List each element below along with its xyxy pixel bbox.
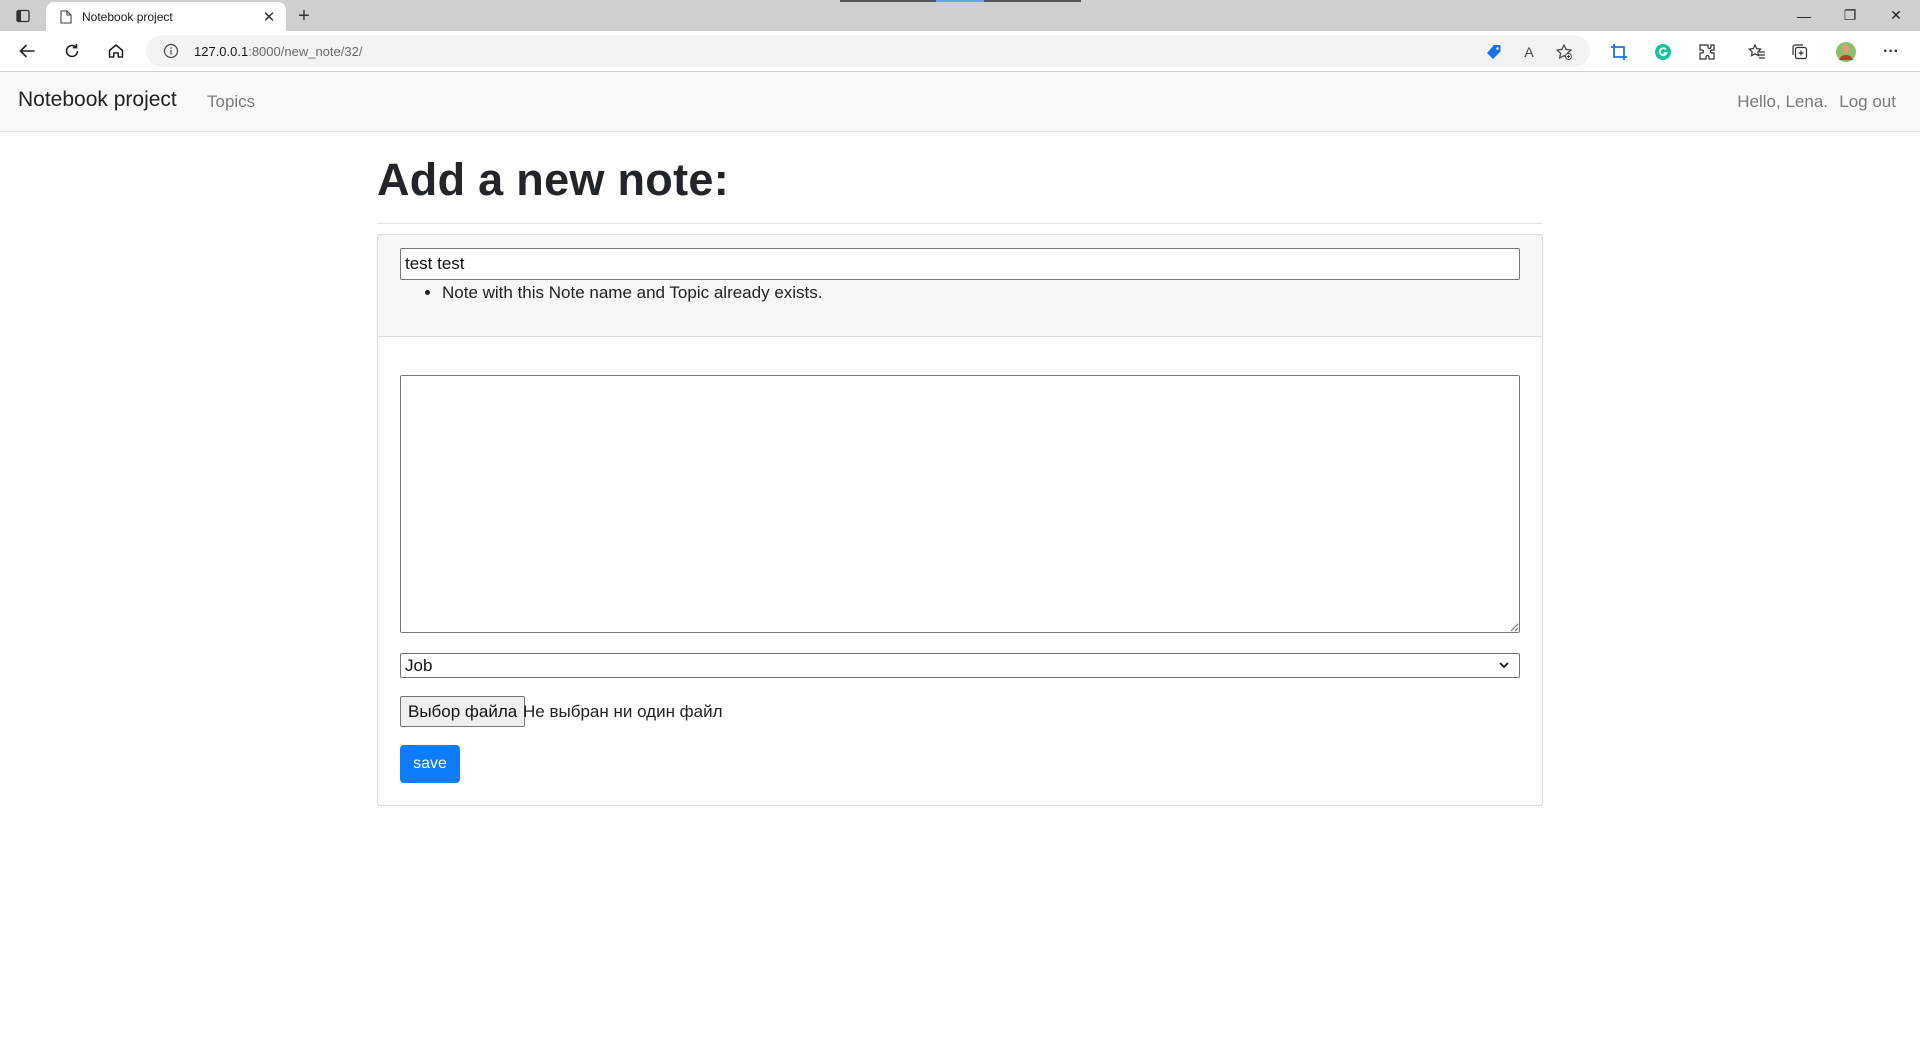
note-text-area[interactable] — [400, 375, 1520, 633]
favorites-icon[interactable] — [1745, 40, 1769, 64]
file-status-text: Не выбран ни один файл — [523, 702, 723, 721]
nav-greeting: Hello, Lena. — [1737, 92, 1828, 111]
new-tab-icon[interactable]: + — [292, 5, 316, 27]
url-text: 127.0.0.1:8000/new_note/32/ — [194, 44, 362, 59]
page-title: Add a new note: — [377, 154, 729, 205]
new-note-form: Note with this Note name and Topic alrea… — [377, 234, 1543, 806]
tabstrip-scroll-indicator — [840, 0, 1081, 2]
sidebar-toggle-icon[interactable] — [12, 6, 34, 26]
title-divider — [377, 223, 1542, 224]
info-icon[interactable] — [162, 42, 180, 60]
browser-tab-bar: Notebook project ✕ + — ❐ ✕ — [0, 0, 1920, 31]
browser-toolbar: 127.0.0.1:8000/new_note/32/ A ··· — [0, 31, 1920, 72]
minimize-icon[interactable]: — — [1782, 0, 1826, 31]
read-aloud-icon[interactable]: A — [1518, 41, 1540, 63]
add-favorite-icon[interactable] — [1553, 41, 1575, 63]
topic-selected-value: Job — [405, 655, 433, 675]
resize-grip-icon[interactable] — [1510, 623, 1519, 632]
error-list: Note with this Note name and Topic alrea… — [400, 281, 823, 305]
close-icon[interactable]: ✕ — [258, 6, 280, 28]
reload-icon[interactable] — [58, 37, 86, 65]
coupon-tag-icon[interactable] — [1483, 41, 1505, 63]
site-navbar: Notebook project Topics Hello, Lena. Log… — [0, 72, 1920, 132]
nav-link-logout[interactable]: Log out — [1839, 92, 1896, 112]
restore-icon[interactable]: ❐ — [1828, 0, 1872, 31]
page-icon — [58, 9, 74, 25]
extensions-icon[interactable] — [1695, 40, 1719, 64]
home-icon[interactable] — [102, 37, 130, 65]
error-message: Note with this Note name and Topic alrea… — [442, 281, 823, 305]
chevron-down-icon — [1499, 662, 1509, 669]
grammarly-icon[interactable] — [1651, 40, 1675, 64]
url-path: :8000/new_note/32/ — [248, 43, 363, 59]
window-close-icon[interactable]: ✕ — [1874, 0, 1918, 31]
topic-select[interactable]: Job — [400, 653, 1520, 678]
browser-tab[interactable]: Notebook project ✕ — [46, 2, 286, 31]
save-button[interactable]: save — [400, 745, 460, 783]
tab-title: Notebook project — [82, 9, 173, 24]
address-bar[interactable]: 127.0.0.1:8000/new_note/32/ A — [146, 35, 1590, 67]
profile-avatar-icon[interactable] — [1834, 40, 1858, 64]
collections-icon[interactable] — [1788, 40, 1812, 64]
url-host: 127.0.0.1 — [194, 43, 249, 59]
more-icon[interactable]: ··· — [1879, 40, 1903, 64]
navbar-brand[interactable]: Notebook project — [18, 88, 177, 112]
screenshot-icon[interactable] — [1607, 40, 1631, 64]
back-icon[interactable] — [13, 37, 41, 65]
note-name-input[interactable] — [400, 248, 1520, 280]
form-header: Note with this Note name and Topic alrea… — [378, 235, 1542, 337]
choose-file-button[interactable]: Выбор файла — [400, 696, 526, 727]
nav-link-topics[interactable]: Topics — [207, 92, 255, 112]
